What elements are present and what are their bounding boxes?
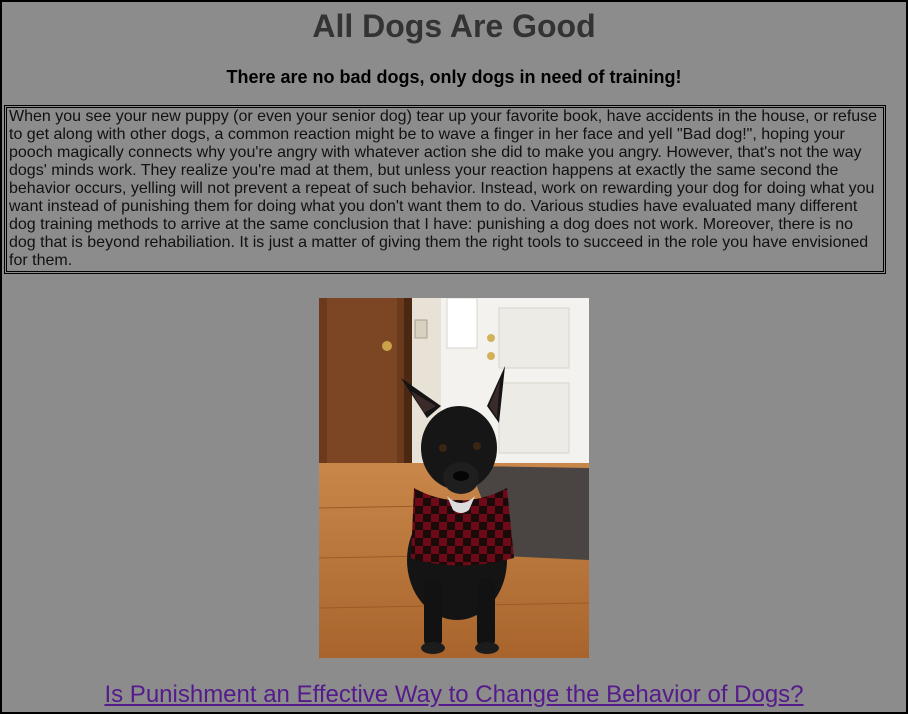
dog-photo: [319, 298, 589, 658]
article-link[interactable]: Is Punishment an Effective Way to Change…: [2, 680, 906, 710]
page-subtitle: There are no bad dogs, only dogs in need…: [226, 67, 682, 87]
intro-paragraph: When you see your new puppy (or even you…: [4, 105, 886, 274]
page: All Dogs Are Good There are no bad dogs,…: [0, 0, 908, 714]
page-title: All Dogs Are Good: [312, 8, 596, 44]
